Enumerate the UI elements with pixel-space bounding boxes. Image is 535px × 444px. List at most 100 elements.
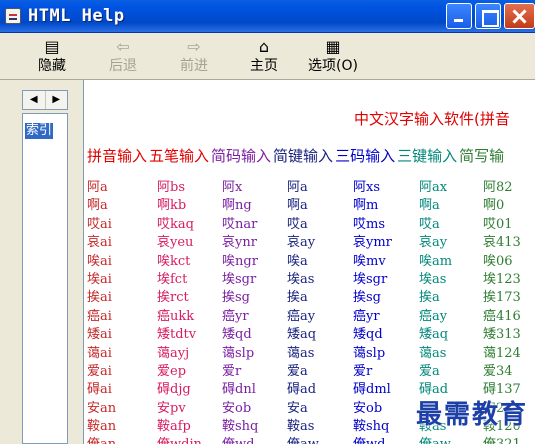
table-cell: 哀ay: [287, 235, 316, 251]
table-cell: 唉ai: [87, 253, 112, 269]
table-cell: 阿a: [87, 180, 108, 195]
table-cell: 癌yr: [222, 308, 249, 324]
table-cell: 挨sg: [222, 290, 250, 306]
input-method-link[interactable]: 拼音输入: [87, 147, 147, 165]
back-button[interactable]: ⇦ 后退: [97, 36, 149, 78]
table-cell: 挨sg: [353, 290, 381, 306]
table-cell: 蔼slp: [353, 345, 386, 361]
table-cell: 矮aq: [287, 327, 317, 343]
table-cell: 埃sgr: [222, 271, 257, 287]
table-cell: 挨rct: [157, 290, 189, 306]
table-cell: 埃as: [287, 271, 315, 287]
table-cell: 爱34: [483, 363, 513, 379]
table-cell: 哀ai: [87, 235, 112, 251]
hide-button[interactable]: ▤ 隐藏: [26, 36, 78, 78]
input-method-link[interactable]: 简码输入: [211, 147, 271, 165]
table-cell: 爱r: [353, 363, 373, 379]
table-cell: 阿x: [222, 180, 243, 195]
home-button[interactable]: ⌂ 主页: [238, 36, 290, 78]
table-cell: 碍dml: [353, 382, 391, 398]
table-cell: 唉ngr: [222, 253, 258, 269]
table-cell: 阿ax: [419, 180, 448, 195]
table-cell: 矮qd: [222, 327, 252, 343]
table-cell: 啊a: [287, 198, 308, 214]
table-cell: 唉mv: [353, 253, 386, 269]
tab-index[interactable]: 索引: [25, 123, 54, 139]
table-cell: 哀ymr: [353, 235, 392, 251]
options-button[interactable]: ▦ 选项(O): [300, 36, 366, 78]
table-cell: 俺an: [87, 436, 116, 444]
table-cell: 阿bs: [157, 180, 185, 195]
hide-pane-icon: ▤: [44, 37, 60, 56]
home-icon: ⌂: [258, 37, 270, 56]
navigation-panel: 索引: [22, 113, 68, 444]
maximize-button[interactable]: [475, 3, 501, 29]
table-cell: 啊a: [87, 198, 108, 214]
table-cell: 啊kb: [157, 198, 187, 214]
close-button[interactable]: [504, 3, 535, 29]
table-cell: 蔼ai: [87, 345, 112, 361]
table-cell: 癌ay: [419, 308, 448, 324]
table-cell: 埃sgr: [353, 271, 388, 287]
table-cell: 埃ai: [87, 271, 112, 287]
table-cell: 俺aw: [419, 436, 451, 444]
table-cell: 蔼as: [419, 345, 447, 361]
input-method-link[interactable]: 五笔输入: [149, 147, 209, 165]
table-cell: 蔼as: [287, 345, 315, 361]
table-cell: 安pv: [157, 400, 186, 416]
table-cell: 哎nar: [222, 216, 258, 232]
table-cell: 蔼124: [483, 345, 521, 361]
input-method-link[interactable]: 三键输入: [397, 147, 457, 165]
table-cell: 矮313: [483, 327, 521, 343]
table-cell: 矮qd: [353, 327, 383, 343]
title-bar[interactable]: HTML Help: [0, 0, 535, 33]
table-cell: 挨a: [287, 290, 308, 306]
table-cell: 碍ad: [287, 382, 317, 398]
watermark-logo: 最需教育: [416, 400, 529, 430]
tab-scroll-left-icon[interactable]: ◀: [23, 91, 46, 109]
table-cell: 唉06: [483, 253, 513, 269]
table-cell: 哎kaq: [157, 216, 194, 232]
table-cell: 爱ai: [87, 363, 112, 379]
table-cell: 矮aq: [419, 327, 449, 343]
table-cell: 安ob: [353, 400, 383, 416]
table-cell: 鞍as: [287, 419, 315, 435]
page-heading: 中文汉字输入软件(拼音: [354, 110, 510, 128]
table-cell: 哎01: [483, 216, 513, 232]
table-cell: 挨a: [419, 290, 440, 306]
table-cell: 癌ay: [287, 308, 316, 324]
table-cell: 阿a: [287, 180, 308, 195]
tab-scroll-right-icon[interactable]: ▶: [46, 91, 68, 109]
table-cell: 俺321: [483, 436, 521, 444]
input-method-link[interactable]: 三码输入: [335, 147, 395, 165]
table-cell: 俺wdjn: [157, 436, 202, 444]
table-cell: 癌ai: [87, 308, 112, 324]
table-cell: 爱a: [419, 363, 440, 379]
table-cell: 哀413: [483, 235, 521, 251]
table-cell: 哀ynr: [222, 235, 257, 251]
table-cell: 啊ng: [222, 198, 252, 214]
table-cell: 啊0: [483, 198, 505, 214]
table-cell: 哀yeu: [157, 235, 194, 251]
minimize-button[interactable]: [446, 3, 472, 29]
table-cell: 阿82: [483, 180, 513, 195]
table-cell: 哎ms: [353, 216, 385, 232]
table-cell: 癌416: [483, 308, 521, 324]
input-method-link[interactable]: 简写输: [459, 147, 504, 165]
table-cell: 啊a: [419, 198, 440, 214]
table-cell: 俺aw: [287, 436, 319, 444]
table-cell: 哎a: [287, 216, 308, 232]
input-method-link[interactable]: 简键输入: [273, 147, 333, 165]
options-icon: ▦: [325, 37, 341, 56]
forward-button[interactable]: ⇨ 前进: [168, 36, 220, 78]
table-cell: 安ob: [222, 400, 252, 416]
table-cell: 矮tdtv: [157, 327, 197, 343]
table-cell: 挨ai: [87, 290, 112, 306]
table-cell: 哎ai: [87, 216, 112, 232]
forward-arrow-icon: ⇨: [187, 37, 201, 56]
table-cell: 碍dnl: [222, 382, 256, 398]
table-cell: 鞍an: [87, 419, 117, 435]
table-cell: 爱r: [222, 363, 242, 379]
table-cell: 阿xs: [353, 180, 381, 195]
table-cell: 唉a: [287, 253, 308, 269]
